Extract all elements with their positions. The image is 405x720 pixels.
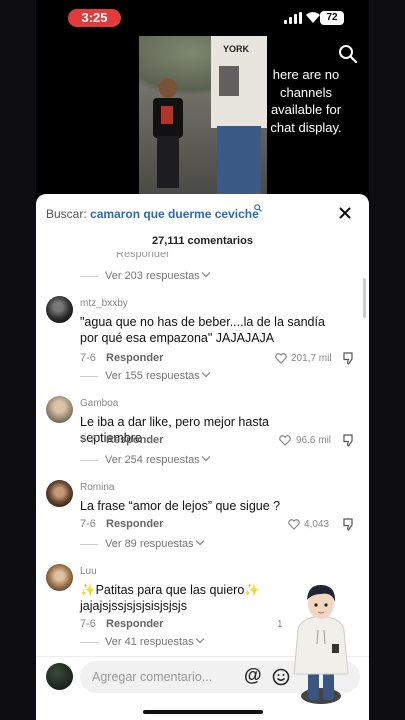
replies-label: Ver 203 respuestas <box>105 270 200 282</box>
view-replies-button[interactable]: Ver 155 respuestas <box>80 368 211 386</box>
status-bar: 3:25 72 <box>36 0 369 36</box>
search-icon[interactable] <box>338 44 358 64</box>
user-avatar <box>46 663 73 690</box>
avatar[interactable] <box>46 296 73 323</box>
comment-date: 7-7 <box>80 434 96 446</box>
view-replies-button[interactable]: Ver 89 respuestas <box>80 536 204 554</box>
comment-count: 27,111 comentarios <box>152 235 253 247</box>
comment-text: "agua que no has de beber....la de la sa… <box>80 315 325 345</box>
mention-button[interactable]: @ <box>244 665 262 686</box>
signal-icon <box>284 12 302 24</box>
dislike-icon[interactable] <box>342 518 356 531</box>
like-count: 1 <box>277 619 283 630</box>
view-replies-button[interactable]: Ver 254 respuestas <box>80 452 211 470</box>
video-kid-print <box>161 106 173 124</box>
clipped-reply-label: Responder <box>116 252 170 260</box>
like-count: 96.6 mil <box>296 435 332 446</box>
avatar[interactable] <box>46 396 73 423</box>
small-search-icon <box>254 204 262 212</box>
replies-label: Ver 89 respuestas <box>105 538 194 550</box>
wifi-icon <box>306 12 320 23</box>
search-query[interactable]: camaron que duerme ceviche <box>90 207 259 221</box>
comment-username[interactable]: Romina <box>80 482 114 493</box>
comments-header: Buscar: camaron que duerme ceviche 27,11… <box>36 194 369 258</box>
video-man-jeans <box>217 126 261 194</box>
replies-divider <box>80 543 98 545</box>
avatar[interactable] <box>46 480 73 507</box>
avatar[interactable] <box>46 564 73 591</box>
status-time: 3:25 <box>68 9 121 27</box>
comment-date: 7-6 <box>80 352 96 364</box>
video-kid-pants <box>157 136 179 188</box>
view-replies-button[interactable]: Ver 41 respuestas <box>80 634 204 652</box>
comment-date: 7-6 <box>80 518 96 530</box>
replies-divider <box>80 641 98 643</box>
video-shirt-text: YORK <box>223 44 250 54</box>
heart-icon[interactable] <box>275 353 287 364</box>
battery-indicator: 72 <box>320 11 344 25</box>
chevron-down-icon <box>201 268 211 278</box>
close-icon[interactable] <box>338 206 352 220</box>
scrollbar[interactable] <box>363 278 366 318</box>
dislike-icon[interactable] <box>342 434 356 447</box>
replies-label: Ver 41 respuestas <box>105 636 194 648</box>
replies-label: Ver 155 respuestas <box>105 370 200 382</box>
search-suggestion[interactable]: Buscar: camaron que duerme ceviche <box>46 207 259 221</box>
comment-placeholder: Agregar comentario... <box>92 670 213 684</box>
dislike-icon[interactable] <box>342 352 356 365</box>
comment-username[interactable]: mtz_bxxby <box>80 298 128 309</box>
video-overlay-text: here are no channels available for chat … <box>270 67 342 135</box>
comment-username[interactable]: Luu <box>80 566 97 577</box>
chevron-down-icon <box>195 634 204 644</box>
reply-button[interactable]: Responder <box>106 434 163 446</box>
comment-username[interactable]: Gamboa <box>80 398 118 409</box>
video-kid-head <box>159 78 177 98</box>
reply-button[interactable]: Responder <box>106 618 163 630</box>
comment-date: 7-6 <box>80 618 96 630</box>
video-frame[interactable]: YORK <box>139 36 267 194</box>
chevron-down-icon <box>201 452 211 462</box>
home-indicator <box>143 710 263 714</box>
cartoon-sticker <box>293 584 349 704</box>
heart-icon[interactable] <box>288 519 300 530</box>
replies-divider <box>80 275 98 277</box>
heart-icon[interactable] <box>279 435 291 446</box>
replies-divider <box>80 459 98 461</box>
video-shirt-print <box>219 66 239 96</box>
view-replies-button[interactable]: Ver 203 respuestas <box>80 268 211 286</box>
chevron-down-icon <box>195 536 204 546</box>
replies-label: Ver 254 respuestas <box>105 454 200 466</box>
reply-button[interactable]: Responder <box>106 518 163 530</box>
like-count: 4,043 <box>304 519 330 530</box>
reply-button[interactable]: Responder <box>106 352 163 364</box>
chevron-down-icon <box>201 368 211 378</box>
like-count: 201,7 mil <box>291 353 332 364</box>
search-label: Buscar: <box>46 207 91 221</box>
replies-divider <box>80 375 98 377</box>
comment-text: La frase “amor de lejos” que sigue ? <box>80 499 281 513</box>
